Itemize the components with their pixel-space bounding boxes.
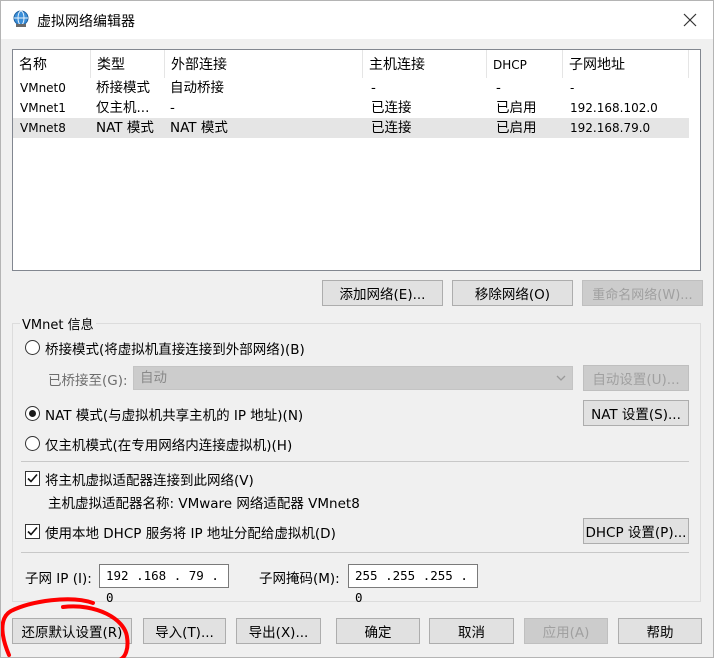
cell-external: - [170, 100, 175, 116]
subnet-ip-label: 子网 IP (I): [25, 571, 92, 587]
adapter-name-text: 主机虚拟适配器名称: VMware 网络适配器 VMnet8 [48, 496, 360, 512]
dhcp-label[interactable]: 使用本地 DHCP 服务将 IP 地址分配给虚拟机(D) [45, 522, 336, 542]
subnet-mask-label: 子网掩码(M): [259, 571, 340, 587]
export-button[interactable]: 导出(X)... [236, 618, 321, 644]
cell-subnet: - [570, 81, 575, 95]
cell-name: VMnet8 [20, 121, 66, 135]
connect-adapter-checkbox[interactable] [25, 471, 40, 486]
cell-host: 已连接 [371, 100, 412, 116]
network-list[interactable]: 名称 类型 外部连接 主机连接 DHCP 子网地址 VMnet0 桥接模式 自动… [12, 49, 701, 271]
chevron-down-icon [556, 375, 566, 381]
cell-dhcp: 已启用 [496, 100, 537, 116]
cell-dhcp: 已启用 [496, 120, 537, 136]
column-header-type[interactable]: 类型 [91, 50, 165, 78]
virtual-network-editor-window: 虚拟网络编辑器 名称 类型 外部连接 主机连接 DHCP 子网地址 VMnet0… [0, 0, 714, 658]
checkmark-icon [27, 473, 38, 483]
checkmark-icon [27, 526, 38, 536]
bridge-mode-label[interactable]: 桥接模式(将虚拟机直接连接到外部网络)(B) [45, 338, 305, 358]
bridged-to-value: 自动 [140, 370, 167, 386]
subnet-ip-input[interactable]: 192 .168 . 79 . 0 [99, 564, 229, 605]
vmnet-info-label: VMnet 信息 [20, 314, 96, 333]
host-only-label[interactable]: 仅主机模式(在专用网络内连接虚拟机)(H) [45, 434, 292, 454]
apply-button[interactable]: 应用(A) [524, 618, 608, 644]
cell-type: 仅主机... [96, 100, 150, 116]
title-bar: 虚拟网络编辑器 [1, 1, 713, 39]
import-button[interactable]: 导入(T)... [143, 618, 226, 644]
bridged-to-label: 已桥接至(G): [48, 373, 128, 389]
column-header-host[interactable]: 主机连接 [363, 50, 487, 78]
close-icon [683, 13, 697, 27]
remove-network-button[interactable]: 移除网络(O) [452, 280, 573, 306]
separator [21, 552, 689, 553]
cell-dhcp: - [496, 80, 501, 96]
nat-settings-button[interactable]: NAT 设置(S)... [583, 400, 689, 426]
column-header-dhcp[interactable]: DHCP [487, 50, 563, 78]
cell-name: VMnet0 [20, 81, 66, 95]
cell-host: - [371, 80, 376, 96]
restore-defaults-button[interactable]: 还原默认设置(R) [12, 618, 132, 644]
dhcp-checkbox[interactable] [25, 524, 40, 539]
host-only-radio[interactable] [25, 436, 40, 451]
table-row[interactable]: VMnet0 桥接模式 自动桥接 - - - [13, 78, 689, 98]
help-button[interactable]: 帮助 [618, 618, 702, 644]
cell-type: 桥接模式 [96, 80, 150, 96]
nat-mode-label[interactable]: NAT 模式(与虚拟机共享主机的 IP 地址)(N) [45, 404, 303, 424]
bridged-to-select[interactable]: 自动 [133, 366, 573, 390]
subnet-mask-input[interactable]: 255 .255 .255 . 0 [348, 564, 478, 605]
rename-network-button[interactable]: 重命名网络(W)... [582, 280, 703, 306]
connect-adapter-label[interactable]: 将主机虚拟适配器连接到此网络(V) [45, 469, 254, 489]
column-header-external[interactable]: 外部连接 [165, 50, 363, 78]
cell-external: NAT 模式 [170, 120, 228, 136]
cell-subnet: 192.168.102.0 [570, 101, 658, 115]
close-button[interactable] [667, 1, 713, 39]
cell-type: NAT 模式 [96, 120, 154, 136]
window-title: 虚拟网络编辑器 [37, 14, 135, 30]
cell-external: 自动桥接 [170, 80, 224, 96]
column-header-name[interactable]: 名称 [13, 50, 91, 78]
separator [21, 461, 689, 462]
column-header-subnet[interactable]: 子网地址 [563, 50, 689, 78]
globe-network-icon [12, 10, 30, 28]
cancel-button[interactable]: 取消 [429, 618, 514, 644]
table-row-selected[interactable]: VMnet8 NAT 模式 NAT 模式 已连接 已启用 192.168.79.… [13, 118, 689, 138]
ok-button[interactable]: 确定 [336, 618, 420, 644]
dhcp-settings-button[interactable]: DHCP 设置(P)... [583, 518, 689, 544]
cell-name: VMnet1 [20, 101, 66, 115]
add-network-button[interactable]: 添加网络(E)... [322, 280, 443, 306]
nat-mode-radio[interactable] [25, 406, 40, 421]
table-row[interactable]: VMnet1 仅主机... - 已连接 已启用 192.168.102.0 [13, 98, 689, 118]
cell-subnet: 192.168.79.0 [570, 121, 651, 135]
auto-settings-button[interactable]: 自动设置(U)... [583, 365, 689, 391]
bridge-mode-radio[interactable] [25, 340, 40, 355]
cell-host: 已连接 [371, 120, 412, 136]
